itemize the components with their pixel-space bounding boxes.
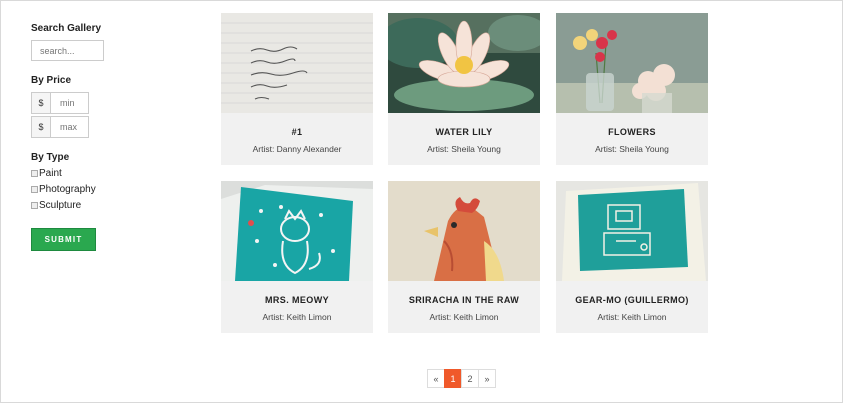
type-label: Photography: [39, 183, 96, 195]
type-option-paint[interactable]: Paint: [31, 165, 141, 181]
artwork-artist: Artist: Sheila Young: [427, 144, 501, 154]
cat-card-image[interactable]: [221, 181, 373, 281]
artwork-artist: Artist: Keith Limon: [429, 312, 499, 322]
artwork-title[interactable]: SRIRACHA IN THE RAW: [388, 295, 540, 305]
photography-checkbox[interactable]: [31, 185, 38, 193]
artwork-title[interactable]: GEAR-MO (GUILLERMO): [556, 295, 708, 305]
water-lily-image[interactable]: [388, 13, 540, 113]
prev-page-button[interactable]: «: [427, 369, 445, 388]
type-option-sculpture[interactable]: Sculpture: [31, 197, 141, 213]
artwork-artist: Artist: Keith Limon: [262, 312, 332, 322]
paint-checkbox[interactable]: [31, 169, 38, 177]
artwork-title[interactable]: FLOWERS: [556, 127, 708, 137]
type-option-photography[interactable]: Photography: [31, 181, 141, 197]
type-label: Sculpture: [39, 199, 82, 211]
page-1-button[interactable]: 1: [444, 369, 462, 388]
flowers-vase-image[interactable]: [556, 13, 708, 113]
artwork-artist: Artist: Danny Alexander: [252, 144, 342, 154]
sculpture-checkbox[interactable]: [31, 201, 38, 209]
robot-card-image[interactable]: [556, 181, 708, 281]
gallery-card[interactable]: WATER LILY Artist: Sheila Young: [388, 13, 540, 165]
gallery-card[interactable]: FLOWERS Artist: Sheila Young: [556, 13, 708, 165]
search-heading: Search Gallery: [31, 23, 102, 34]
max-price-input[interactable]: [51, 116, 89, 138]
next-page-button[interactable]: »: [478, 369, 496, 388]
min-price-input[interactable]: [51, 92, 89, 114]
price-filter: $ $: [31, 92, 141, 138]
currency-addon: $: [31, 92, 51, 114]
gallery-card[interactable]: #1 Artist: Danny Alexander: [221, 13, 373, 165]
min-price-row: $: [31, 92, 89, 114]
max-price-row: $: [31, 116, 89, 138]
rooster-image[interactable]: [388, 181, 540, 281]
page-2-button[interactable]: 2: [461, 369, 479, 388]
sidebar: Search Gallery By Price $ $ By Type Pain…: [31, 23, 141, 251]
submit-button[interactable]: SUBMIT: [31, 228, 96, 251]
pagination: « 1 2 »: [427, 369, 496, 388]
gallery-card[interactable]: SRIRACHA IN THE RAW Artist: Keith Limon: [388, 181, 540, 333]
gallery-card[interactable]: GEAR-MO (GUILLERMO) Artist: Keith Limon: [556, 181, 708, 333]
artwork-artist: Artist: Keith Limon: [597, 312, 667, 322]
type-label: Paint: [39, 167, 62, 179]
gallery-card[interactable]: MRS. MEOWY Artist: Keith Limon: [221, 181, 373, 333]
handwritten-note-image[interactable]: [221, 13, 373, 113]
artwork-title[interactable]: MRS. MEOWY: [221, 295, 373, 305]
artwork-title[interactable]: #1: [221, 127, 373, 137]
price-heading: By Price: [31, 75, 72, 86]
type-heading: By Type: [31, 152, 70, 163]
artwork-artist: Artist: Sheila Young: [595, 144, 669, 154]
artwork-title[interactable]: WATER LILY: [388, 127, 540, 137]
currency-addon: $: [31, 116, 51, 138]
search-input[interactable]: [31, 40, 104, 61]
